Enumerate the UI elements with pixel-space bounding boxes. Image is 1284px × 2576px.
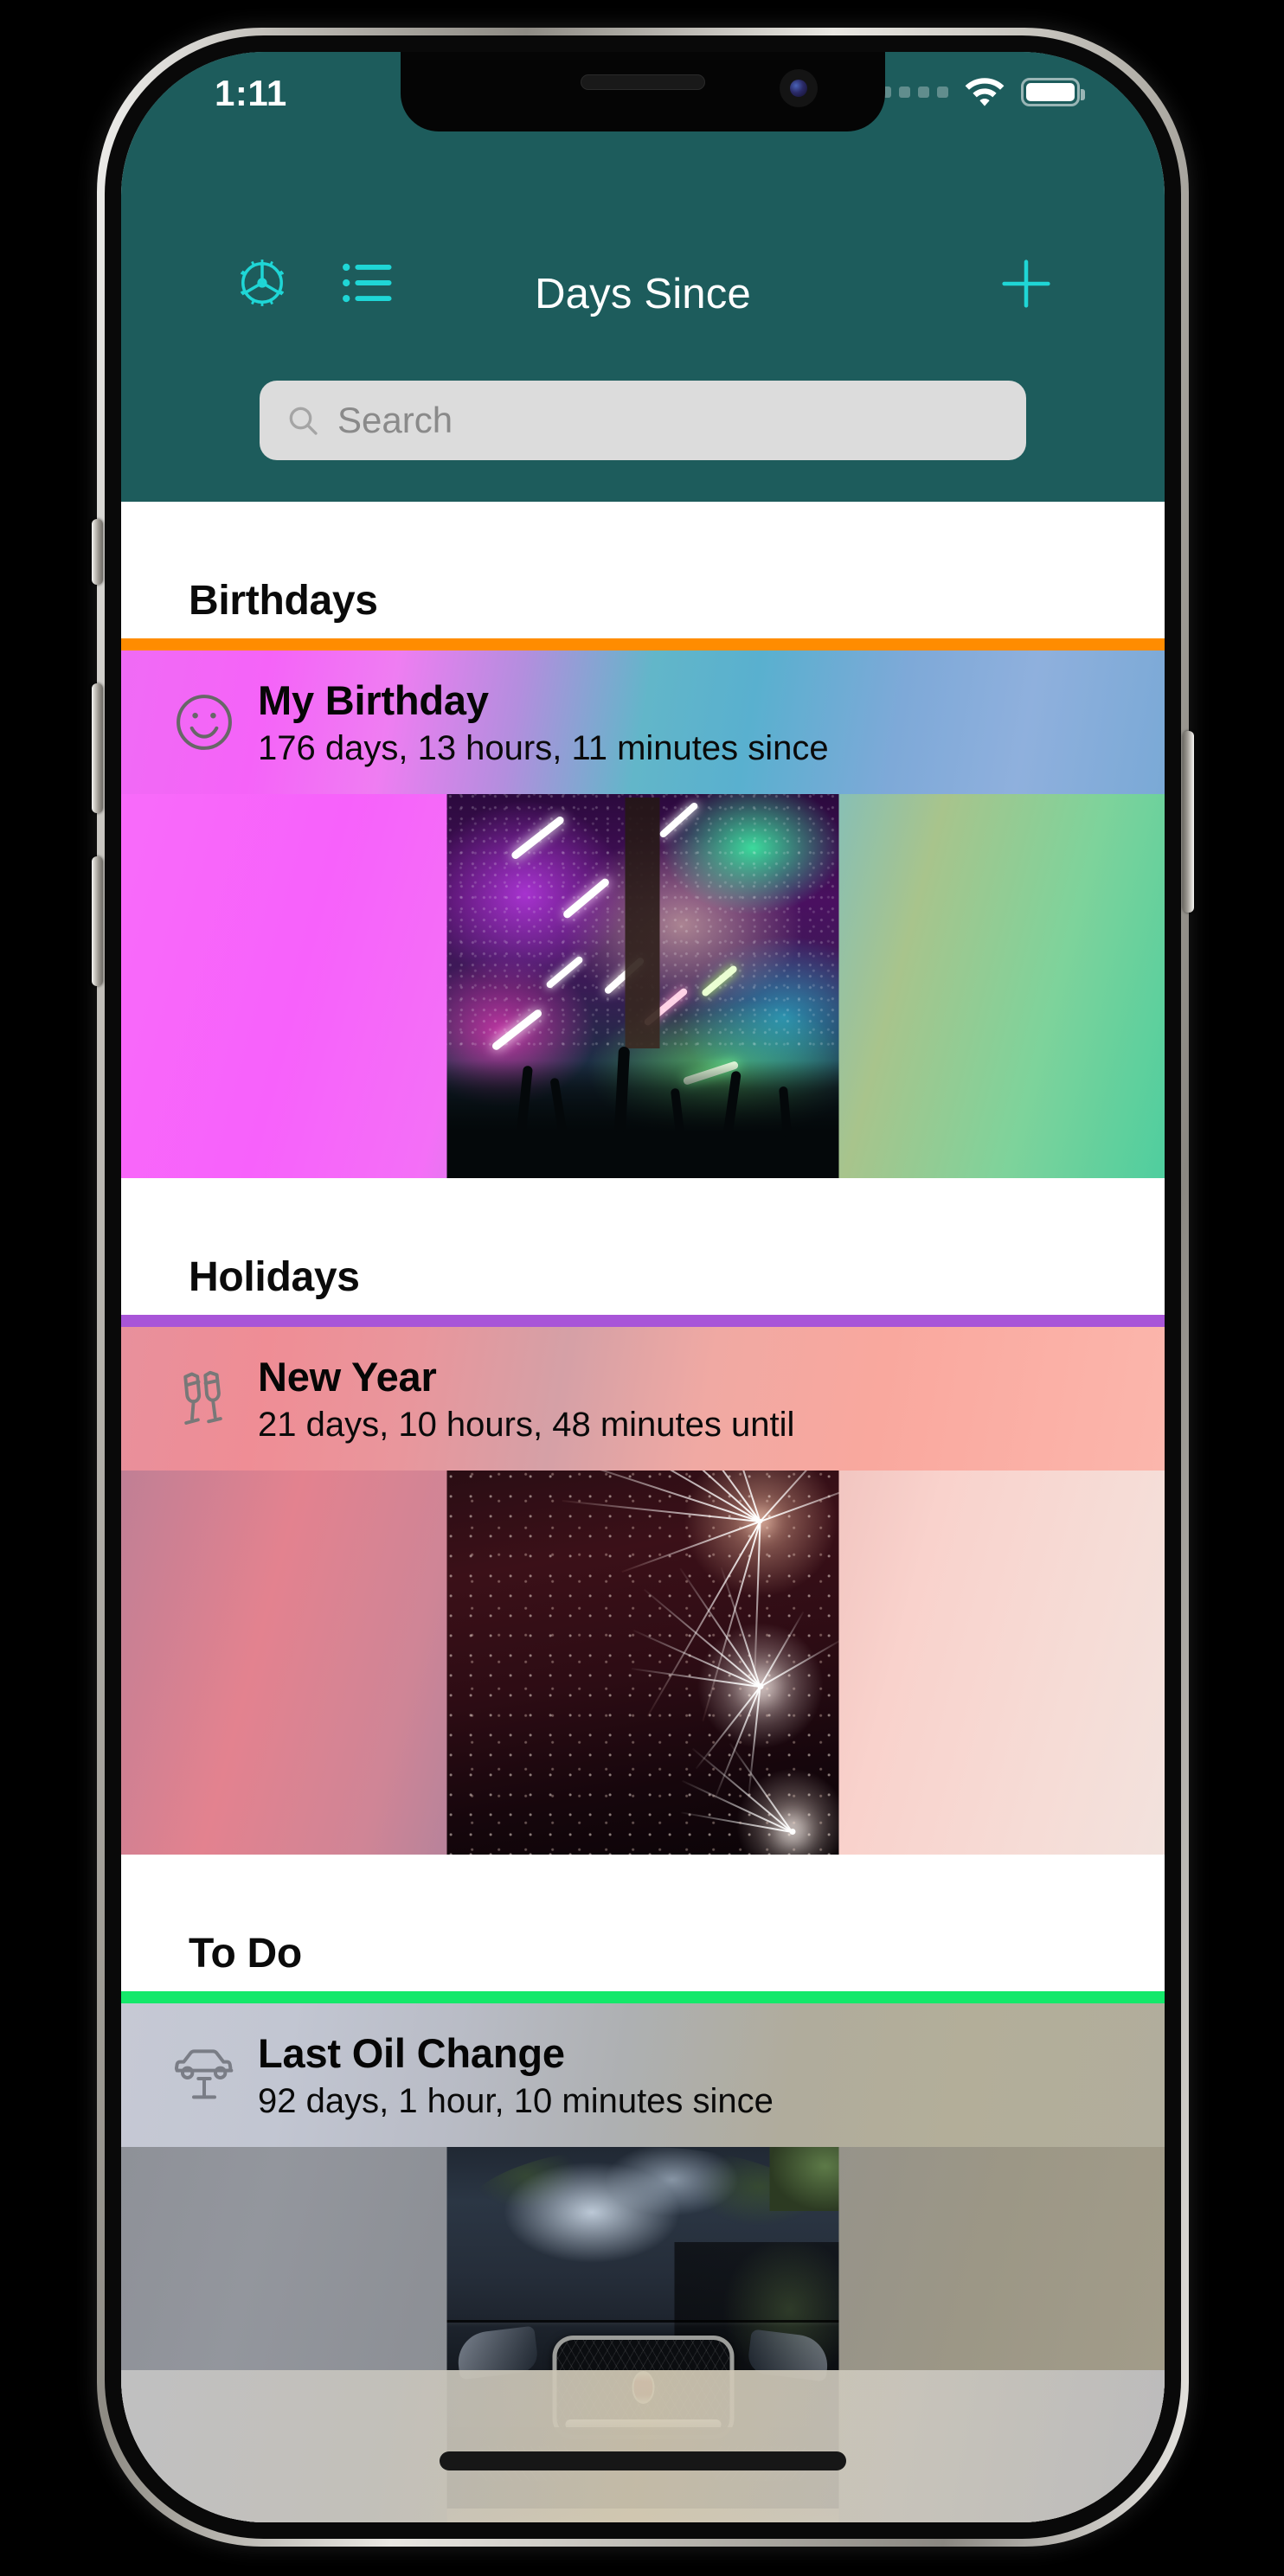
screenshot-stage: Days Since Search 1:11 Birthdays My Birt… [0,0,1284,2576]
mute-switch-button[interactable] [92,519,103,585]
list-item-photo-new-year[interactable] [121,1471,1165,1855]
earpiece-speaker [581,74,705,90]
list-item-subtitle: 176 days, 13 hours, 11 minutes since [258,729,829,767]
home-indicator-area [121,2370,1165,2522]
front-camera-icon [780,69,818,107]
list-item-text: New Year 21 days, 10 hours, 48 minutes u… [258,1353,794,1445]
list-item-title: Last Oil Change [258,2030,565,2076]
navigation-right-buttons [998,256,1054,316]
home-indicator-bar[interactable] [440,2451,846,2470]
list-item-my-birthday[interactable]: My Birthday 176 days, 13 hours, 11 minut… [121,650,1165,794]
navigation-bar-row: Days Since [121,253,1165,336]
volume-down-button[interactable] [92,856,103,986]
list-item-text: My Birthday 176 days, 13 hours, 11 minut… [258,676,829,768]
section-title: Birthdays [189,578,378,624]
section-birthdays: Birthdays My Birthday 176 days, 13 hours… [121,502,1165,1178]
phone-screen: Days Since Search 1:11 Birthdays My Birt… [121,52,1165,2522]
section-accent-bar-holidays [121,1315,1165,1327]
search-icon [286,403,320,438]
list-item-subtitle: 21 days, 10 hours, 48 minutes until [258,1406,795,1444]
search-placeholder: Search [337,400,453,440]
section-header-birthdays: Birthdays [121,502,1165,638]
car-on-lift-icon [166,2037,242,2113]
list-item-last-oil-change[interactable]: Last Oil Change 92 days, 1 hour, 10 minu… [121,2003,1165,2147]
section-title: To Do [189,1931,302,1977]
fireworks-photo [446,1471,839,1855]
search-input[interactable]: Search [260,381,1026,460]
volume-up-button[interactable] [92,683,103,813]
list-item-title: New Year [258,1354,437,1400]
list-item-text: Last Oil Change 92 days, 1 hour, 10 minu… [258,2029,774,2121]
section-header-holidays: Holidays [121,1178,1165,1315]
list-item-subtitle: 92 days, 1 hour, 10 minutes since [258,2082,774,2120]
search-bar-container: Search [260,381,1026,460]
list-item-title: My Birthday [258,677,489,723]
section-title: Holidays [189,1254,360,1300]
power-button[interactable] [1183,731,1194,913]
list-item-photo-birthday[interactable] [121,794,1165,1178]
section-holidays: Holidays New Year 21 days, 10 hours, 48 … [121,1178,1165,1855]
plus-icon[interactable] [998,260,1054,315]
section-accent-bar-birthdays [121,638,1165,650]
list-item-new-year[interactable]: New Year 21 days, 10 hours, 48 minutes u… [121,1327,1165,1471]
cellular-dots-icon [880,86,948,98]
battery-full-icon [1021,77,1085,106]
wifi-icon [964,76,1005,107]
champagne-glasses-icon [166,1361,242,1437]
concert-crowd-lights-photo [446,794,839,1178]
section-accent-bar-to-do [121,1991,1165,2003]
events-list[interactable]: Birthdays My Birthday 176 days, 13 hours… [121,502,1165,2522]
status-indicators [880,76,1085,107]
device-notch [401,52,885,131]
smiley-face-icon [166,684,242,760]
section-header-to-do: To Do [121,1855,1165,1991]
status-time: 1:11 [215,73,287,113]
